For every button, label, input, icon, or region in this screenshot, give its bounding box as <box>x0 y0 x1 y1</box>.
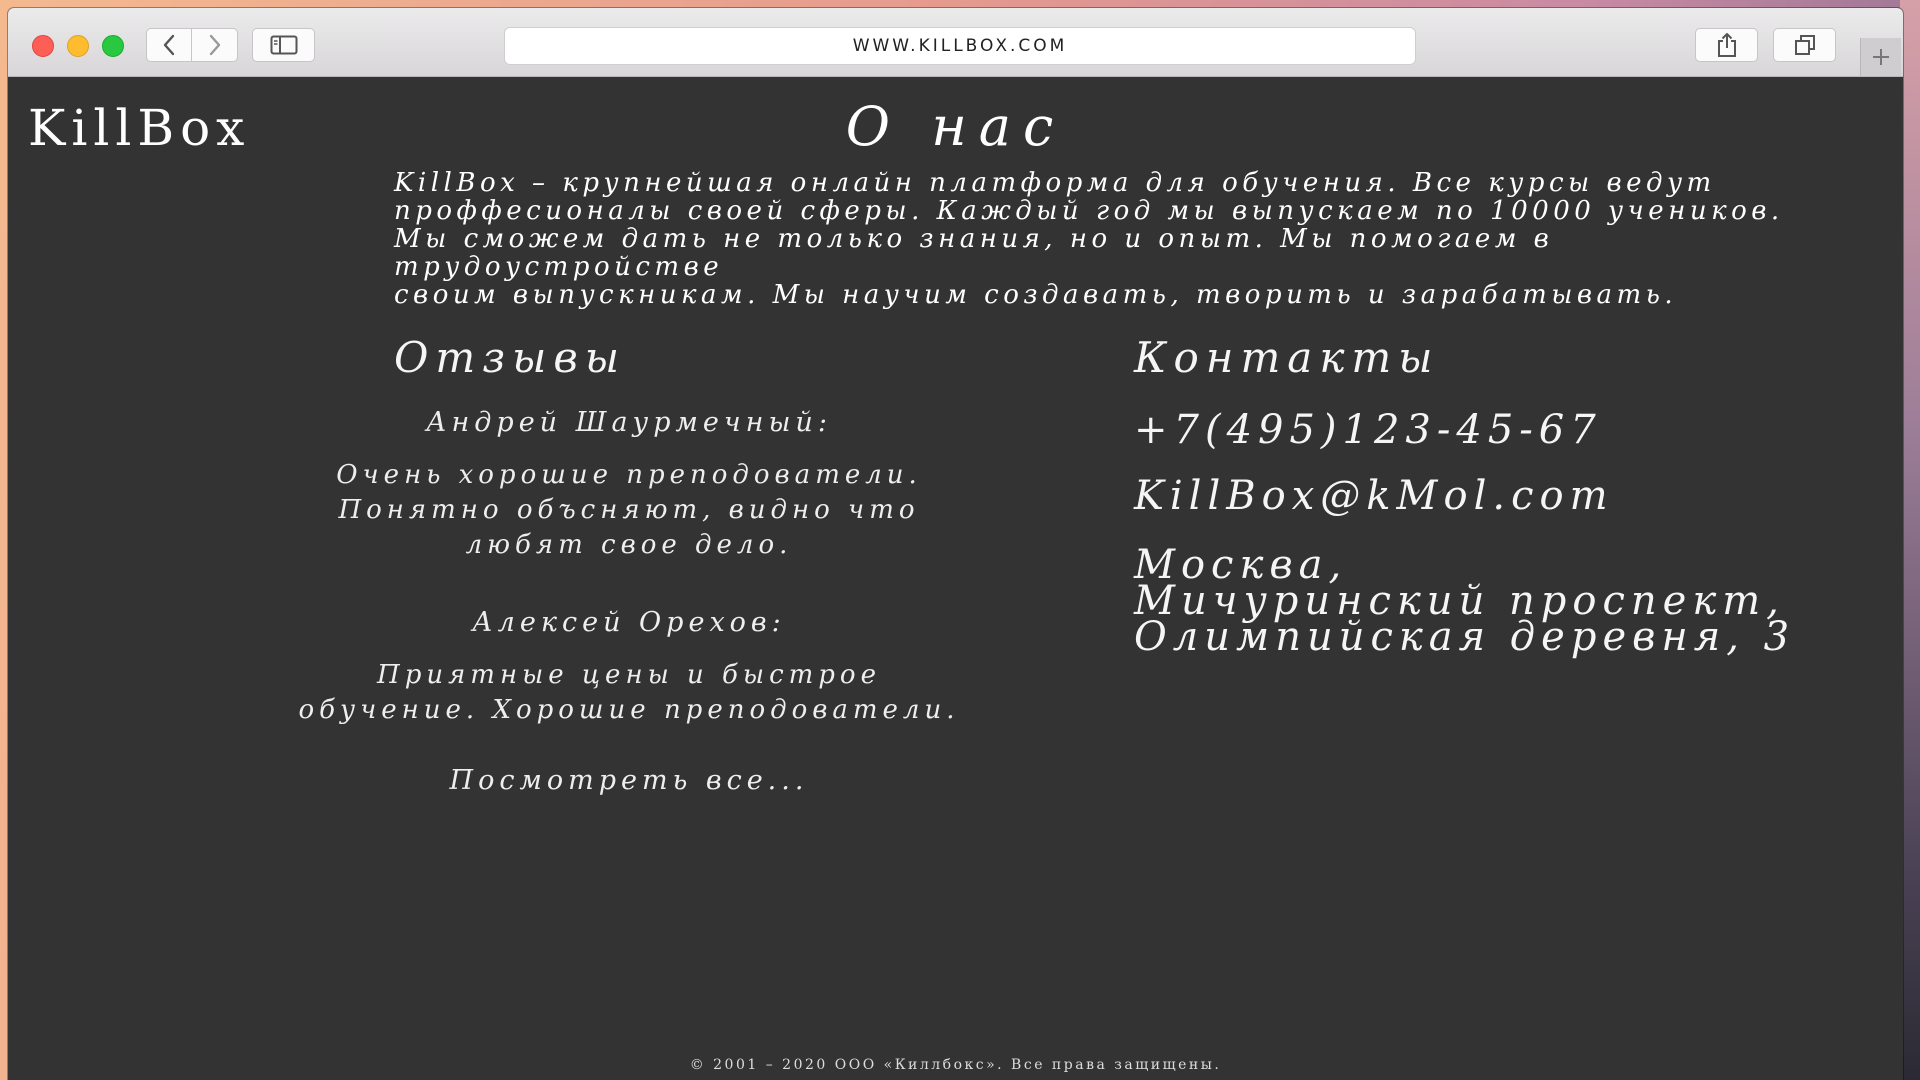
new-tab-button[interactable] <box>1860 38 1901 76</box>
review-item: Алексей Орехов: Приятные цены и быстрое … <box>294 607 964 728</box>
review-author: Андрей Шаурмечный: <box>426 407 832 438</box>
desktop-background <box>1900 0 1920 1080</box>
about-line: проффесионалы своей сферы. Каждый год мы… <box>394 196 1784 226</box>
address-line: Олимпийская деревня, 3 <box>1134 614 1796 660</box>
about-text: KillBox – крупнейшая онлайн платформа дл… <box>394 169 1874 309</box>
back-button[interactable] <box>146 28 192 62</box>
browser-toolbar: WWW.KILLBOX.COM <box>8 8 1903 77</box>
contacts-heading: Контакты <box>1134 333 1440 382</box>
back-icon <box>162 34 176 56</box>
review-line: Понятно объсняют, видно что <box>338 495 920 525</box>
review-author: Алексей Орехов: <box>472 607 786 638</box>
about-line: своим выпускникам. Мы научим создавать, … <box>394 280 1678 310</box>
forward-button[interactable] <box>192 28 238 62</box>
share-icon <box>1716 32 1738 58</box>
review-line: обучение. Хорошие преподователи. <box>298 695 960 725</box>
tabs-icon <box>1794 34 1816 56</box>
sidebar-icon <box>270 35 298 55</box>
maximize-window-button[interactable] <box>102 35 124 57</box>
minimize-window-button[interactable] <box>67 35 89 57</box>
sidebar-toggle-button[interactable] <box>252 28 315 62</box>
contact-phone[interactable]: +7(495)123-45-67 <box>1134 407 1602 453</box>
reviews-heading: Отзывы <box>394 333 627 382</box>
review-item: Андрей Шаурмечный: Очень хорошие преподо… <box>294 407 964 563</box>
view-all-reviews-link[interactable]: Посмотреть все... <box>294 765 964 796</box>
address-bar-url: WWW.KILLBOX.COM <box>852 36 1068 56</box>
review-line: Очень хорошие преподователи. <box>336 460 922 490</box>
forward-icon <box>208 34 222 56</box>
about-line: Мы сможем дать не только знания, но и оп… <box>394 224 1554 282</box>
review-line: Приятные цены и быстрое <box>377 660 881 690</box>
plus-icon <box>1871 47 1891 67</box>
browser-window: WWW.KILLBOX.COM KillBox О нас KillBox – … <box>8 8 1903 1080</box>
review-line: любят свое дело. <box>465 530 793 560</box>
address-bar[interactable]: WWW.KILLBOX.COM <box>504 27 1416 65</box>
tab-overview-button[interactable] <box>1773 28 1836 62</box>
page-content: KillBox О нас KillBox – крупнейшая онлай… <box>8 77 1903 1080</box>
contact-address: Москва, Мичуринский проспект, Олимпийска… <box>1134 545 1796 660</box>
share-button[interactable] <box>1695 28 1758 62</box>
close-window-button[interactable] <box>32 35 54 57</box>
footer-copyright: © 2001 – 2020 ООО «Киллбокс». Все права … <box>689 1057 1222 1073</box>
review-text: Приятные цены и быстрое обучение. Хороши… <box>294 658 964 728</box>
about-line: KillBox – крупнейшая онлайн платформа дл… <box>394 168 1716 198</box>
contact-email[interactable]: KillBox@kMol.com <box>1134 473 1614 519</box>
page-title: О нас <box>845 95 1066 158</box>
review-text: Очень хорошие преподователи. Понятно объ… <box>294 458 964 563</box>
